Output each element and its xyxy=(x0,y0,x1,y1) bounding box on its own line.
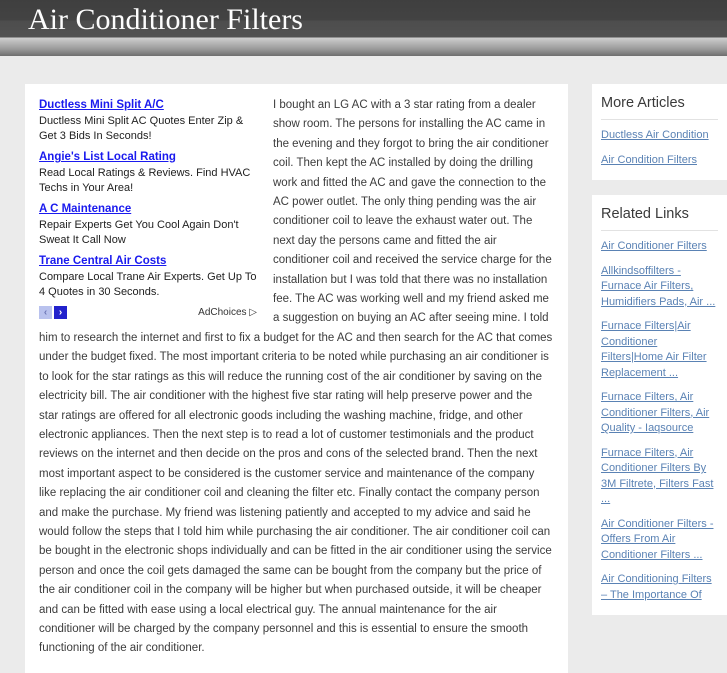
more-articles-heading: More Articles xyxy=(601,94,718,120)
related-link[interactable]: Furnace Filters|Air Conditioner Filters|… xyxy=(601,319,718,381)
ad-description: Ductless Mini Split AC Quotes Enter Zip … xyxy=(39,115,244,142)
ad-title-link[interactable]: Ductless Mini Split A/C xyxy=(39,98,257,113)
site-header: Air Conditioner Filters xyxy=(0,0,727,56)
ad-unit[interactable]: A C Maintenance Repair Experts Get You C… xyxy=(39,202,257,247)
sidebar-link-ductless-air-condition[interactable]: Ductless Air Condition xyxy=(601,128,718,144)
adchoices-triangle-icon: ▷ xyxy=(249,307,257,318)
main-content-panel: Ductless Mini Split A/C Ductless Mini Sp… xyxy=(25,84,568,673)
related-links-heading: Related Links xyxy=(601,205,718,231)
chevron-right-icon[interactable]: › xyxy=(54,306,67,319)
related-links-panel: Related Links Air Conditioner Filters Al… xyxy=(592,195,727,615)
ad-title-link[interactable]: Angie's List Local Rating xyxy=(39,150,257,165)
related-link[interactable]: Air Conditioner Filters xyxy=(601,239,718,255)
sidebar-divider xyxy=(592,180,727,195)
ad-title-link[interactable]: Trane Central Air Costs xyxy=(39,254,257,269)
advertisement-block: Ductless Mini Split A/C Ductless Mini Sp… xyxy=(39,98,257,320)
sidebar-link-air-condition-filters[interactable]: Air Condition Filters xyxy=(601,153,718,169)
ad-title-link[interactable]: A C Maintenance xyxy=(39,202,257,217)
more-articles-panel: More Articles Ductless Air Condition Air… xyxy=(592,84,727,180)
site-title: Air Conditioner Filters xyxy=(28,3,303,36)
sidebar: More Articles Ductless Air Condition Air… xyxy=(592,84,727,615)
ad-unit[interactable]: Trane Central Air Costs Compare Local Tr… xyxy=(39,254,257,299)
related-link[interactable]: Allkindsoffilters - Furnace Air Filters,… xyxy=(601,264,718,311)
related-link[interactable]: Air Conditioner Filters - Offers From Ai… xyxy=(601,517,718,564)
adchoices-link[interactable]: AdChoices ▷ xyxy=(198,306,257,319)
chevron-left-icon[interactable]: ‹ xyxy=(39,306,52,319)
ad-description: Read Local Ratings & Reviews. Find HVAC … xyxy=(39,167,251,194)
ad-unit[interactable]: Angie's List Local Rating Read Local Rat… xyxy=(39,150,257,195)
related-link[interactable]: Furnace Filters, Air Conditioner Filters… xyxy=(601,390,718,437)
ad-description: Repair Experts Get You Cool Again Don't … xyxy=(39,219,239,246)
adchoices-label: AdChoices xyxy=(198,307,247,318)
ad-description: Compare Local Trane Air Experts. Get Up … xyxy=(39,271,257,298)
related-link[interactable]: Air Conditioning Filters – The Importanc… xyxy=(601,572,718,603)
ad-unit[interactable]: Ductless Mini Split A/C Ductless Mini Sp… xyxy=(39,98,257,143)
related-link[interactable]: Furnace Filters, Air Conditioner Filters… xyxy=(601,446,718,508)
ad-pagination-bar: ‹ › AdChoices ▷ xyxy=(39,306,257,320)
